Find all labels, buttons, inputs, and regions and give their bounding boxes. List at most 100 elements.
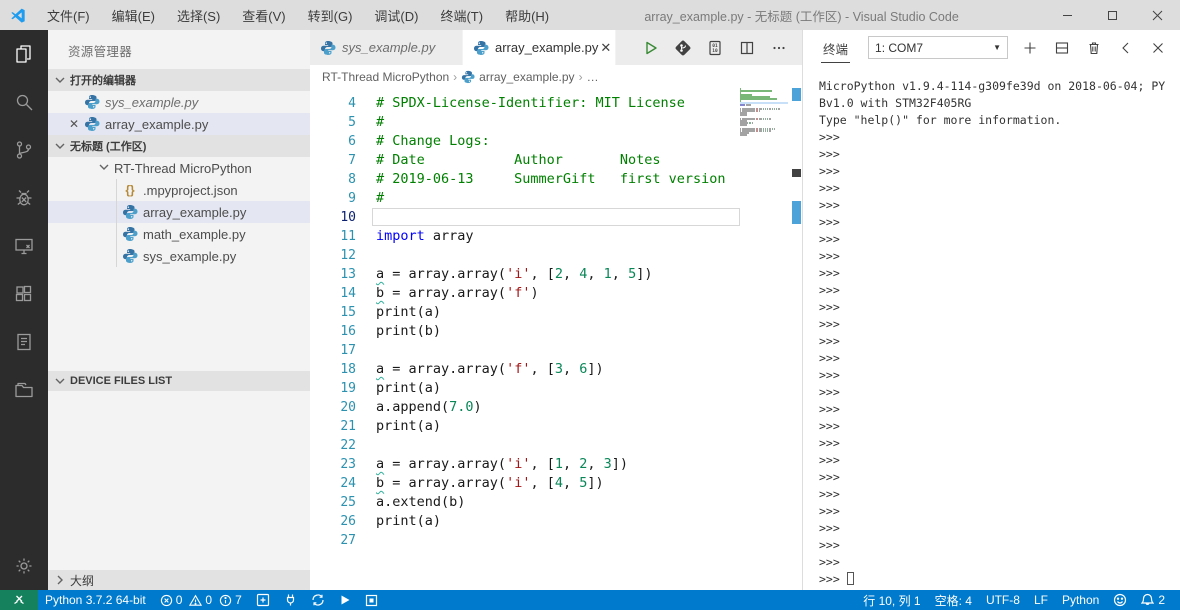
maximize-icon[interactable] — [1090, 0, 1135, 30]
menu-转[interactable]: 转到(G) — [299, 2, 362, 29]
more-actions-icon[interactable] — [768, 37, 790, 59]
files-icon[interactable] — [0, 30, 48, 78]
code-line-19[interactable]: 19 print(a) — [310, 379, 802, 398]
menu-文[interactable]: 文件(F) — [38, 2, 99, 29]
sync-icon[interactable] — [304, 590, 332, 610]
code-line-10[interactable]: 10 — [310, 208, 802, 227]
line-number[interactable]: 25 — [310, 493, 356, 512]
device-monitor-icon[interactable] — [0, 222, 48, 270]
menu-查[interactable]: 查看(V) — [233, 2, 294, 29]
code-line-27[interactable]: 27 — [310, 531, 802, 550]
close-icon[interactable] — [1135, 0, 1180, 30]
line-number[interactable]: 5 — [310, 113, 356, 132]
code-line-13[interactable]: 13 a = array.array('i', [2, 4, 1, 5]) — [310, 265, 802, 284]
line-number[interactable]: 23 — [310, 455, 356, 474]
minimap[interactable] — [740, 88, 788, 138]
line-number[interactable]: 18 — [310, 360, 356, 379]
line-number[interactable]: 12 — [310, 246, 356, 265]
line-number[interactable]: 13 — [310, 265, 356, 284]
line-number[interactable]: 22 — [310, 436, 356, 455]
tab-sys_example.py[interactable]: sys_example.py — [310, 30, 463, 65]
code-line-12[interactable]: 12 — [310, 246, 802, 265]
extensions-icon[interactable] — [0, 270, 48, 318]
line-number[interactable]: 17 — [310, 341, 356, 360]
notes-icon[interactable] — [0, 318, 48, 366]
line-number[interactable]: 14 — [310, 284, 356, 303]
line-number[interactable]: 8 — [310, 170, 356, 189]
eol-sequence[interactable]: LF — [1027, 590, 1055, 610]
gear-icon[interactable] — [0, 542, 48, 590]
line-number[interactable]: 15 — [310, 303, 356, 322]
code-line-20[interactable]: 20 a.append(7.0) — [310, 398, 802, 417]
workspace-header[interactable]: 无标题 (工作区) — [48, 135, 310, 157]
tree-item-.mpyproject.json[interactable]: {} .mpyproject.json — [48, 179, 310, 201]
tab-array_example.py[interactable]: array_example.py ✕ — [463, 30, 616, 65]
menu-调[interactable]: 调试(D) — [365, 2, 427, 29]
line-number[interactable]: 4 — [310, 94, 356, 113]
line-number[interactable]: 10 — [310, 208, 356, 227]
open-editor-sys_example.py[interactable]: sys_example.py — [48, 91, 310, 113]
line-number[interactable]: 11 — [310, 227, 356, 246]
line-number[interactable]: 24 — [310, 474, 356, 493]
close-panel-icon[interactable] — [1150, 40, 1166, 56]
source-control-icon[interactable] — [0, 126, 48, 174]
code-line-15[interactable]: 15 print(a) — [310, 303, 802, 322]
breadcrumb-item[interactable]: array_example.py — [479, 70, 574, 84]
add-project-icon[interactable] — [249, 590, 277, 610]
close-editor-icon[interactable]: ✕ — [66, 117, 82, 131]
code-line-23[interactable]: 23 a = array.array('i', [1, 2, 3]) — [310, 455, 802, 474]
code-line-9[interactable]: 9 # — [310, 189, 802, 208]
menu-编[interactable]: 编辑(E) — [103, 2, 164, 29]
code-line-18[interactable]: 18 a = array.array('f', [3, 6]) — [310, 360, 802, 379]
tree-item-math_example.py[interactable]: math_example.py — [48, 223, 310, 245]
binary-download-icon[interactable]: 01 10 — [704, 37, 726, 59]
split-terminal-icon[interactable] — [1054, 40, 1070, 56]
problems-status[interactable]: 0 0 7 — [153, 590, 249, 610]
line-number[interactable]: 9 — [310, 189, 356, 208]
code-line-17[interactable]: 17 — [310, 341, 802, 360]
remote-indicator-icon[interactable] — [0, 590, 38, 610]
chevron-left-icon[interactable] — [1118, 40, 1134, 56]
breadcrumb[interactable]: RT-Thread MicroPython › array_example.py ›… — [310, 65, 802, 88]
run-icon[interactable] — [640, 37, 662, 59]
folder-icon[interactable] — [0, 366, 48, 414]
notifications-bell[interactable]: 2 — [1134, 590, 1172, 610]
code-line-11[interactable]: 11 import array — [310, 227, 802, 246]
line-number[interactable]: 20 — [310, 398, 356, 417]
minimize-icon[interactable] — [1045, 0, 1090, 30]
kill-terminal-icon[interactable] — [1086, 40, 1102, 56]
plug-icon[interactable] — [277, 590, 304, 610]
language-mode[interactable]: Python — [1055, 590, 1106, 610]
code-line-16[interactable]: 16 print(b) — [310, 322, 802, 341]
code-line-14[interactable]: 14 b = array.array('f') — [310, 284, 802, 303]
line-number[interactable]: 16 — [310, 322, 356, 341]
breadcrumb-item[interactable]: … — [587, 70, 599, 84]
line-number[interactable]: 26 — [310, 512, 356, 531]
menu-选[interactable]: 选择(S) — [168, 2, 229, 29]
code-line-7[interactable]: 7 # Date Author Notes — [310, 151, 802, 170]
search-icon[interactable] — [0, 78, 48, 126]
code-line-25[interactable]: 25 a.extend(b) — [310, 493, 802, 512]
code-line-5[interactable]: 5 # — [310, 113, 802, 132]
debug-icon[interactable] — [0, 174, 48, 222]
line-number[interactable]: 7 — [310, 151, 356, 170]
code-line-26[interactable]: 26 print(a) — [310, 512, 802, 531]
outline-header[interactable]: 大纲 — [48, 570, 310, 590]
split-editor-icon[interactable] — [736, 37, 758, 59]
stop-icon[interactable] — [358, 590, 385, 610]
menu-帮[interactable]: 帮助(H) — [496, 2, 558, 29]
code-editor[interactable]: 3 #4 # SPDX-License-Identifier: MIT Licens… — [310, 88, 802, 590]
line-number[interactable]: 19 — [310, 379, 356, 398]
line-number[interactable]: 6 — [310, 132, 356, 151]
menu-终[interactable]: 终端(T) — [431, 2, 492, 29]
device-files-list-header[interactable]: DEVICE FILES LIST — [48, 371, 310, 391]
terminal-selector[interactable]: 1: COM7 ▼ — [868, 36, 1009, 59]
close-tab-icon[interactable]: ✕ — [598, 40, 613, 56]
overview-ruler[interactable] — [790, 88, 802, 590]
line-number[interactable]: 21 — [310, 417, 356, 436]
cursor-position[interactable]: 行 10, 列 1 — [856, 590, 927, 610]
terminal-output[interactable]: MicroPython v1.9.4-114-g309fe39d on 2018… — [803, 65, 1180, 590]
tab-terminal[interactable]: 终端 — [821, 33, 851, 63]
tree-item-array_example.py[interactable]: array_example.py — [48, 201, 310, 223]
indentation[interactable]: 空格: 4 — [928, 590, 979, 610]
